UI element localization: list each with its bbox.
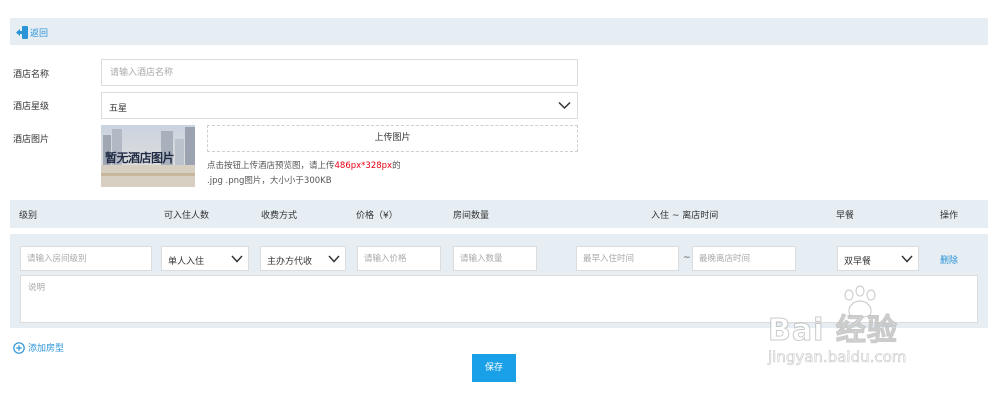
hotel-name-input[interactable] xyxy=(102,60,577,85)
occupancy-select[interactable]: 单人入住 xyxy=(161,246,249,271)
column-level: 级别 xyxy=(19,211,38,221)
quantity-input[interactable] xyxy=(454,247,536,270)
column-breakfast: 早餐 xyxy=(836,211,855,221)
charge-method-value: 主办方代收 xyxy=(267,257,313,267)
room-description-input[interactable] xyxy=(21,276,977,322)
occupancy-value: 单人入住 xyxy=(168,257,205,267)
back-label: 返回 xyxy=(30,28,49,39)
room-description-field[interactable] xyxy=(20,275,978,323)
plus-circle-icon xyxy=(13,341,25,354)
chevron-down-icon xyxy=(558,101,571,110)
add-room-type-button[interactable]: 添加房型 xyxy=(13,341,64,354)
price-input[interactable] xyxy=(358,247,440,270)
hotel-star-value: 五星 xyxy=(109,104,128,114)
upload-hint: 点击按钮上传酒店预览图，请上传486px*328px的 xyxy=(207,159,401,171)
exit-icon xyxy=(16,25,28,39)
checkout-time-input[interactable] xyxy=(693,247,795,270)
checkin-time-field[interactable] xyxy=(576,246,679,271)
upload-hint-suffix: 的 xyxy=(392,161,401,171)
save-button[interactable]: 保存 xyxy=(472,354,516,382)
checkin-time-input[interactable] xyxy=(577,247,678,270)
hotel-name-field[interactable] xyxy=(101,59,578,86)
room-row: 单人入住 主办方代收 ~ 双早餐 删除 xyxy=(10,234,988,328)
price-field[interactable] xyxy=(357,246,441,271)
hotel-name-label: 酒店名称 xyxy=(13,70,50,80)
add-room-type-label: 添加房型 xyxy=(28,344,65,354)
chevron-down-icon xyxy=(901,255,913,263)
column-price: 价格（¥） xyxy=(356,211,398,221)
column-charge: 收费方式 xyxy=(261,211,298,221)
image-placeholder-text: 暂无酒店图片 xyxy=(105,151,175,165)
breakfast-select[interactable]: 双早餐 xyxy=(837,246,919,271)
room-table-header: 级别 可入住人数 收费方式 价格（¥） 房间数量 入住 ~ 离店时间 早餐 操作 xyxy=(10,200,988,228)
hotel-star-label: 酒店星级 xyxy=(13,102,50,112)
column-quantity: 房间数量 xyxy=(453,211,490,221)
room-level-input[interactable] xyxy=(21,247,151,270)
top-bar: 返回 xyxy=(10,18,988,45)
quantity-field[interactable] xyxy=(453,246,537,271)
hotel-image-preview: 暂无酒店图片 xyxy=(101,125,195,187)
time-range-separator: ~ xyxy=(683,253,691,263)
column-actions: 操作 xyxy=(940,211,959,221)
column-occupancy: 可入住人数 xyxy=(164,211,210,221)
upload-hint-size: 486px*328px xyxy=(334,161,393,171)
chevron-down-icon xyxy=(231,255,243,263)
room-level-field[interactable] xyxy=(20,246,152,271)
breakfast-value: 双早餐 xyxy=(844,257,872,267)
hotel-image-label: 酒店图片 xyxy=(13,135,50,145)
watermark-sub: jingyan.baidu.com xyxy=(768,348,907,367)
upload-hint-prefix: 点击按钮上传酒店预览图，请上传 xyxy=(207,161,335,171)
checkout-time-field[interactable] xyxy=(692,246,796,271)
charge-method-select[interactable]: 主办方代收 xyxy=(260,246,346,271)
back-link[interactable]: 返回 xyxy=(16,25,48,39)
upload-image-button[interactable]: 上传图片 xyxy=(207,125,578,152)
upload-hint-line2: .jpg .png图片，大小小于300KB xyxy=(207,176,332,186)
delete-room-link[interactable]: 删除 xyxy=(940,253,958,266)
column-checkin-checkout: 入住 ~ 离店时间 xyxy=(651,211,719,221)
chevron-down-icon xyxy=(328,255,340,263)
hotel-star-select[interactable]: 五星 xyxy=(101,92,578,119)
